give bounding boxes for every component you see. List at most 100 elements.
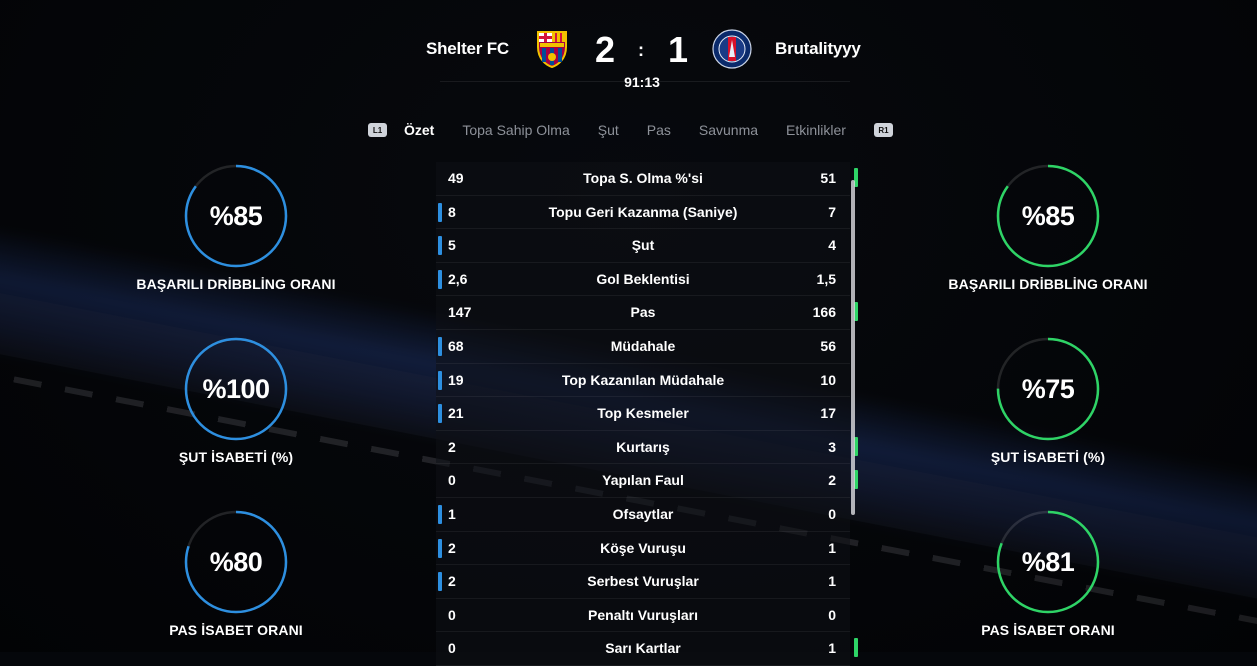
stat-name: Köşe Vuruşu	[600, 539, 686, 556]
stat-row: 1 Ofsaytlar 0	[436, 497, 850, 532]
home-stat-value: 0	[448, 640, 456, 657]
home-stat-value: 19	[448, 371, 464, 388]
home-stat-value: 2	[448, 573, 456, 590]
stat-percentage: %80	[209, 546, 263, 577]
away-stat-value: 0	[828, 606, 836, 623]
away-stat-circle: %85 BAŞARILI DRİBBLİNG ORANI	[918, 164, 1178, 292]
home-stat-circle: %85 BAŞARILI DRİBBLİNG ORANI	[106, 164, 366, 292]
r1-button-hint-icon[interactable]: R1	[873, 123, 893, 137]
away-team-name: Brutalityyy	[775, 39, 861, 58]
home-stat-value: 0	[448, 606, 456, 623]
away-score: 1	[668, 29, 689, 70]
stat-name: Sarı Kartlar	[605, 640, 681, 657]
stat-row: 0 Yapılan Faul 2	[436, 464, 858, 498]
home-leader-marker	[438, 572, 442, 592]
home-stat-value: 1	[448, 505, 456, 522]
stat-row: 68 Müdahale 56	[436, 329, 850, 364]
tab-possession[interactable]: Topa Sahip Olma	[462, 122, 569, 138]
stat-row: 8 Topu Geri Kazanma (Saniye) 7	[436, 195, 850, 230]
home-score: 2	[595, 29, 616, 70]
stat-name: Yapılan Faul	[602, 472, 684, 489]
score-separator: :	[638, 40, 644, 60]
psg-crest-icon	[712, 29, 752, 69]
stat-label: ŞUT İSABETİ (%)	[990, 449, 1106, 465]
home-stat-value: 147	[448, 304, 472, 321]
away-stat-value: 56	[820, 337, 836, 354]
tab-events[interactable]: Etkinlikler	[786, 122, 846, 138]
stat-row: 21 Top Kesmeler 17	[436, 397, 850, 431]
progress-ring: %85	[996, 164, 1100, 268]
stat-percentage: %100	[202, 373, 270, 404]
home-stat-value: 2	[448, 539, 456, 556]
home-stat-value: 21	[448, 405, 464, 422]
stat-name: Penaltı Vuruşları	[588, 606, 698, 623]
tab-passing[interactable]: Pas	[647, 122, 671, 138]
stat-row: 2 Serbest Vuruşlar 1	[436, 565, 850, 599]
away-stat-value: 10	[820, 371, 836, 388]
progress-ring: %75	[996, 337, 1100, 441]
stat-name: Müdahale	[610, 337, 676, 354]
stat-name: Top Kesmeler	[597, 405, 689, 422]
stats-table: 49 Topa S. Olma %'si 51 8 Topu Geri Kazanma …	[436, 162, 858, 666]
stat-row: 49 Topa S. Olma %'si 51	[436, 162, 858, 196]
stats-scrollbar[interactable]	[851, 180, 855, 515]
stat-name: Top Kazanılan Müdahale	[561, 371, 725, 388]
home-leader-marker	[438, 504, 442, 524]
home-stat-value: 2,6	[448, 270, 468, 287]
tab-shots[interactable]: Şut	[598, 122, 619, 138]
away-stat-circle: %75 ŞUT İSABETİ (%)	[918, 337, 1178, 465]
stat-name: Şut	[631, 237, 655, 254]
away-stat-value: 1	[828, 640, 836, 657]
stat-percentage: %81	[1021, 546, 1075, 577]
stat-name: Pas	[630, 304, 656, 321]
stat-percentage: %85	[209, 200, 263, 231]
stat-row: 2 Köşe Vuruşu 1	[436, 531, 850, 566]
home-leader-marker	[438, 236, 442, 256]
away-stat-value: 7	[828, 203, 836, 220]
progress-ring: %81	[996, 510, 1100, 614]
home-leader-marker	[438, 538, 442, 558]
stat-percentage: %85	[1021, 200, 1075, 231]
home-stat-value: 68	[448, 337, 464, 354]
home-stat-value: 5	[448, 237, 456, 254]
away-stat-value: 0	[828, 505, 836, 522]
home-stat-circle: %80 PAS İSABET ORANI	[106, 510, 366, 638]
away-stat-value: 4	[828, 237, 836, 254]
away-leader-marker	[854, 638, 858, 658]
stat-label: ŞUT İSABETİ (%)	[178, 449, 294, 465]
home-leader-marker	[438, 269, 442, 289]
stat-name: Topu Geri Kazanma (Saniye)	[548, 203, 738, 220]
stat-percentage: %75	[1021, 373, 1075, 404]
away-stat-value: 1	[828, 539, 836, 556]
home-stat-value: 8	[448, 203, 456, 220]
home-leader-marker	[438, 370, 442, 390]
stat-name: Gol Beklentisi	[596, 270, 690, 287]
stat-row: 147 Pas 166	[436, 296, 858, 330]
tab-summary[interactable]: Özet	[404, 122, 434, 138]
stat-row: 0 Penaltı Vuruşları 0	[436, 598, 850, 633]
stat-label: PAS İSABET ORANI	[169, 622, 303, 638]
away-stat-value: 166	[812, 304, 836, 321]
stat-row: 0 Sarı Kartlar 1	[436, 632, 858, 666]
stat-row: 5 Şut 4	[436, 229, 850, 263]
l1-button-hint-icon[interactable]: L1	[368, 123, 387, 137]
away-stat-circle: %81 PAS İSABET ORANI	[918, 510, 1178, 638]
home-leader-marker	[438, 336, 442, 356]
stat-label: PAS İSABET ORANI	[981, 622, 1115, 638]
barcelona-crest-icon	[537, 31, 567, 69]
progress-ring: %100	[184, 337, 288, 441]
stat-name: Ofsaytlar	[612, 505, 674, 522]
away-stat-value: 2	[828, 472, 836, 489]
home-stat-circle: %100 ŞUT İSABETİ (%)	[106, 337, 366, 465]
stat-label: BAŞARILI DRİBBLİNG ORANI	[948, 276, 1148, 292]
home-stat-value: 2	[448, 438, 456, 455]
tab-defending[interactable]: Savunma	[699, 122, 758, 138]
away-stat-value: 1,5	[816, 270, 836, 287]
stats-tab-bar: L1 Özet Topa Sahip Olma Şut Pas Savunma …	[368, 119, 893, 141]
stat-name: Serbest Vuruşlar	[587, 573, 699, 590]
progress-ring: %80	[184, 510, 288, 614]
away-stat-value: 17	[820, 405, 836, 422]
home-stat-value: 0	[448, 472, 456, 489]
home-team-name: Shelter FC	[425, 39, 509, 58]
stat-row: 2,6 Gol Beklentisi 1,5	[436, 262, 850, 297]
